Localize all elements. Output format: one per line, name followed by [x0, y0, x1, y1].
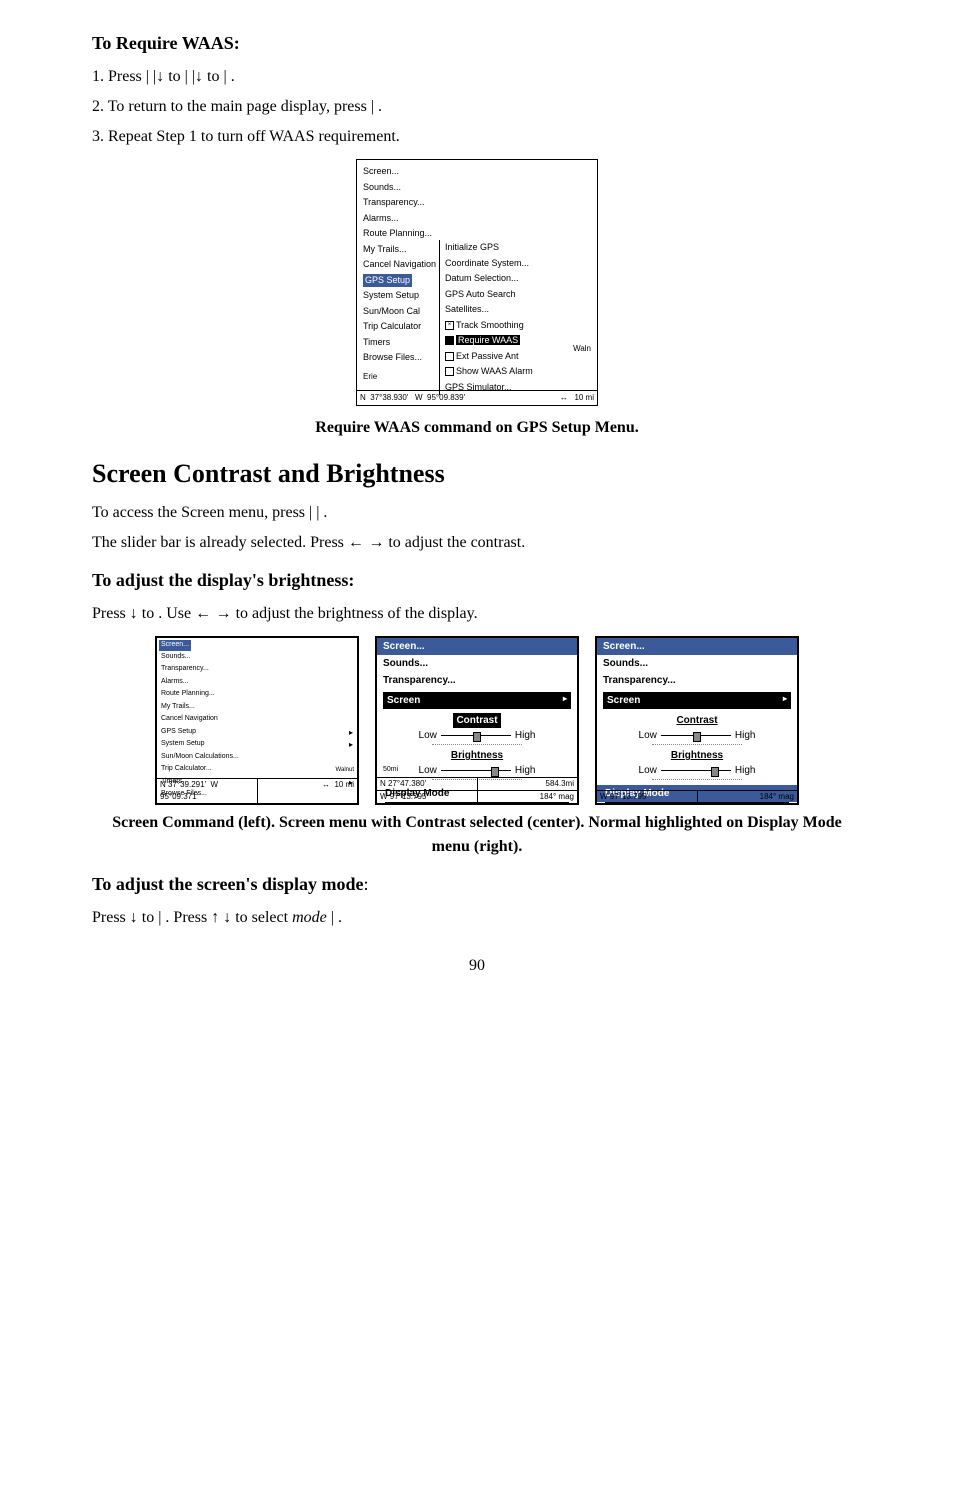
checkbox-icon	[445, 336, 454, 345]
status-bar: W 97°13.795' 184° mag	[597, 790, 797, 803]
header-sounds: Sounds...	[597, 655, 797, 672]
menu-item-gps-setup: GPS Setup	[363, 274, 412, 288]
waas-step1: 1. Press | |↓ to | |↓ to | .	[92, 65, 862, 89]
screen-title: Screen▸	[383, 692, 571, 709]
menu-item: Trip Calculator...	[159, 763, 355, 776]
header-sounds: Sounds...	[377, 655, 577, 672]
contrast-slider	[441, 735, 511, 736]
menu-item: Screen...	[361, 164, 593, 180]
low-label: Low	[419, 728, 437, 743]
checkbox-icon: ×	[445, 321, 454, 330]
map-label-erie: Erie	[363, 371, 377, 383]
menu-item: Alarms...	[361, 211, 593, 227]
caption-waas: Require WAAS command on GPS Setup Menu.	[92, 416, 862, 440]
submenu-item: Satellites...	[444, 302, 534, 318]
status-bar: N 37°39.291' W 95°09.371' ↔ 10 mi	[157, 778, 357, 803]
menu-item: Cancel Navigation	[159, 713, 355, 726]
menu-item: Transparency...	[159, 663, 355, 676]
contrast-line1: To access the Screen menu, press | | .	[92, 501, 862, 525]
page-number: 90	[92, 954, 862, 978]
menu-item: Transparency...	[361, 195, 593, 211]
gps-setup-screenshot: Screen... Sounds... Transparency... Alar…	[356, 159, 598, 406]
screenshot-row: Screen... Sounds... Transparency... Alar…	[92, 636, 862, 805]
submenu-track-smoothing: Track Smoothing	[456, 320, 524, 330]
brightness-label: Brightness	[671, 750, 723, 761]
contrast-slider	[661, 735, 731, 736]
map-label-waln: Waln	[573, 343, 591, 355]
submenu-item: Initialize GPS	[444, 240, 534, 256]
menu-item: Route Planning...	[159, 688, 355, 701]
menu-item: Sounds...	[361, 180, 593, 196]
menu-item: Alarms...	[159, 676, 355, 689]
checkbox-icon	[445, 352, 454, 361]
submenu-require-waas: Require WAAS	[456, 335, 520, 345]
high-label: High	[735, 728, 756, 743]
screen-command-screenshot: Screen... Sounds... Transparency... Alar…	[155, 636, 359, 805]
display-mode-line: Press ↓ to | . Press ↑ ↓ to select mode …	[92, 906, 862, 930]
map-label-walnut: Walnut	[336, 766, 354, 775]
submenu-item: GPS Auto Search	[444, 287, 534, 303]
header-screen: Screen...	[377, 638, 577, 655]
screen-contrast-screenshot: Screen... Sounds... Transparency... Scre…	[375, 636, 579, 805]
section-display-mode-title: To adjust the screen's display mode:	[92, 871, 862, 898]
status-bar: N 27°47.380'584.3mi W 97°13.795'184° mag	[377, 777, 577, 803]
menu-item: Sun/Moon Calculations...	[159, 751, 355, 764]
status-bar: N 37°38.930' W 95°09.839' ↔ 10 mi	[357, 390, 597, 405]
menu-item: Sounds...	[159, 651, 355, 664]
waas-step2: 2. To return to the main page display, p…	[92, 95, 862, 119]
header-transparency: Transparency...	[377, 672, 577, 689]
brightness-line1: Press ↓ to . Use ← → to adjust the brigh…	[92, 602, 862, 626]
waas-step3: 3. Repeat Step 1 to turn off WAAS requir…	[92, 125, 862, 149]
dropdown-arrow-icon: ▼	[551, 804, 564, 805]
section-brightness-title: To adjust the display's brightness:	[92, 567, 862, 594]
contrast-line2: The slider bar is already selected. Pres…	[92, 531, 862, 555]
brightness-slider	[661, 770, 731, 771]
menu-item: System Setup▸	[159, 738, 355, 751]
screen-title: Screen▸	[603, 692, 791, 709]
caption-screen: Screen Command (left). Screen menu with …	[92, 811, 862, 859]
submenu-item: Show WAAS Alarm	[456, 366, 533, 376]
checkbox-icon	[445, 367, 454, 376]
section-contrast-title: Screen Contrast and Brightness	[92, 454, 862, 493]
gps-setup-submenu: Initialize GPS Coordinate System... Datu…	[439, 240, 538, 395]
high-label: High	[735, 763, 756, 778]
menu-screen-highlighted: Screen...	[159, 640, 191, 651]
dropdown-arrow-icon: ▼	[771, 804, 784, 805]
low-label: Low	[639, 728, 657, 743]
submenu-item: Coordinate System...	[444, 256, 534, 272]
submenu-item: Datum Selection...	[444, 271, 534, 287]
brightness-label: Brightness	[451, 750, 503, 761]
menu-item: GPS Setup▸	[159, 726, 355, 739]
section-waas-title: To Require WAAS:	[92, 30, 862, 57]
header-screen: Screen...	[597, 638, 797, 655]
display-mode-screenshot: Screen... Sounds... Transparency... Scre…	[595, 636, 799, 805]
contrast-label: Contrast	[453, 713, 500, 728]
header-transparency: Transparency...	[597, 672, 797, 689]
submenu-item: Ext Passive Ant	[456, 351, 519, 361]
high-label: High	[515, 728, 536, 743]
menu-item: My Trails...	[159, 701, 355, 714]
contrast-label: Contrast	[676, 715, 717, 726]
low-label: Low	[639, 763, 657, 778]
